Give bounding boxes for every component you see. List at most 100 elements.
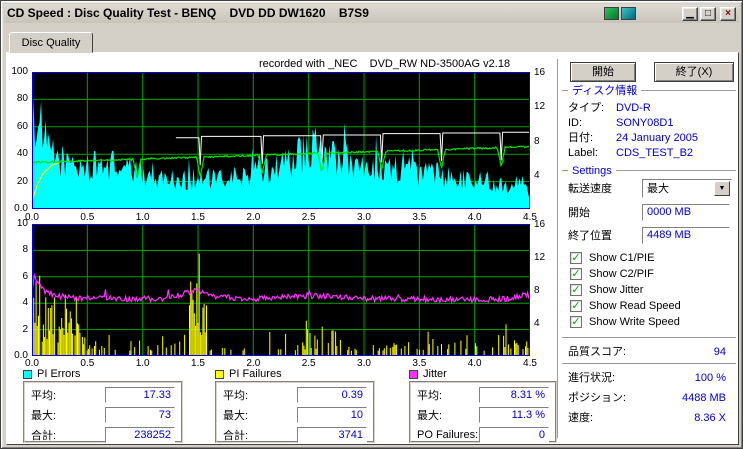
recorded-with-text: recorded with _NEC DVD_RW ND-3500AG v2.1… [259, 58, 511, 70]
checkbox-label: Show Write Speed [589, 316, 680, 328]
minimize-icon[interactable]: ▁ [682, 6, 698, 21]
jitter-legend: Jitter [409, 369, 447, 380]
quality-score-label: 品質スコア: [568, 346, 627, 358]
disc-type-row: タイプ: DVD-R [568, 102, 734, 115]
axis-label: 3.0 [357, 212, 371, 223]
checkbox-show-c2-pif[interactable]: ✓ Show C2/PIF [570, 267, 654, 281]
maximize-icon[interactable]: □ [700, 6, 716, 21]
stat-row: 最大: 11.3 % [417, 406, 549, 423]
stat-row: 平均: 8.31 % [417, 386, 549, 403]
chevron-down-icon[interactable]: ▼ [714, 181, 730, 196]
progress-value: 100 % [694, 372, 726, 384]
pi-failures-jitter-chart [32, 224, 530, 356]
stat-value: 10 [297, 406, 367, 423]
check-icon[interactable]: ✓ [570, 268, 582, 280]
quality-score-row: 品質スコア: 94 [568, 346, 726, 359]
check-icon[interactable]: ✓ [570, 316, 582, 328]
stat-value: 8.31 % [479, 386, 549, 403]
axis-label: 2.0 [246, 358, 261, 369]
pi-failures-stats-box: 平均: 0.39 最大: 10 合計: 3741 [215, 381, 375, 443]
checkbox-show-c1-pie[interactable]: ✓ Show C1/PIE [570, 251, 654, 265]
stat-row: 最大: 10 [223, 406, 367, 423]
axis-label: 1.0 [135, 212, 150, 223]
pi-failures-legend: PI Failures [215, 369, 282, 380]
axis-label: 60 [16, 120, 28, 132]
pi-errors-legend: PI Errors [23, 369, 80, 380]
checkbox-show-jitter[interactable]: ✓ Show Jitter [570, 283, 643, 297]
check-icon[interactable]: ✓ [570, 252, 582, 264]
disc-id-value: SONY08D1 [616, 117, 674, 129]
transfer-speed-label: 転送速度 [568, 183, 612, 195]
stat-value: 11.3 % [479, 406, 549, 423]
axis-label: 2.5 [301, 358, 316, 369]
stat-value: 73 [105, 406, 175, 423]
stat-value: 3741 [297, 426, 367, 443]
stat-value: 0.39 [297, 386, 367, 403]
quality-score-value: 94 [713, 346, 726, 358]
checkbox-show-write-speed[interactable]: ✓ Show Write Speed [570, 315, 680, 329]
close-icon[interactable]: × [720, 6, 736, 21]
progress-label: 進行状況: [568, 372, 616, 384]
stat-label: 平均: [31, 389, 57, 402]
stat-label: 最大: [223, 409, 249, 422]
tab-disc-quality[interactable]: Disc Quality [9, 32, 93, 53]
disc-id-row: ID: SONY08D1 [568, 117, 734, 130]
axis-label: 4.5 [523, 358, 537, 369]
divider [562, 363, 736, 365]
stat-row: 平均: 17.33 [31, 386, 175, 403]
checkbox-show-read-speed[interactable]: ✓ Show Read Speed [570, 299, 681, 313]
disc-date-value: 24 January 2005 [616, 132, 698, 144]
pi-failures-legend-label: PI Failures [229, 368, 282, 380]
axis-label: 0.5 [80, 212, 95, 223]
disc-label-row: Label: CDS_TEST_B2 [568, 147, 734, 160]
chart-region: recorded with _NEC DVD_RW ND-3500AG v2.1… [7, 53, 560, 446]
axis-label: 3.5 [412, 212, 427, 223]
checkbox-label: Show Jitter [589, 284, 644, 296]
axis-label: 4.0 [467, 212, 482, 223]
position-value: 4488 MB [681, 392, 726, 404]
axis-label: 16 [534, 219, 546, 230]
disc-id-label: ID: [568, 117, 583, 129]
transfer-speed-select[interactable]: 最大 ▼ [642, 179, 732, 198]
stat-label: 平均: [417, 389, 443, 402]
axis-label: 4 [534, 169, 540, 181]
end-position-field[interactable]: 4489 MB [642, 227, 730, 244]
exit-button[interactable]: 終了(X) [654, 62, 734, 82]
titlebar-disc-icon[interactable] [621, 7, 636, 20]
stat-label: 最大: [31, 409, 57, 422]
disc-date-label: 日付: [568, 132, 594, 144]
check-icon[interactable]: ✓ [570, 284, 582, 296]
axis-label: 2 [22, 323, 28, 335]
axis-label: 0.5 [80, 358, 95, 369]
position-row: ポジション: 4488 MB [568, 392, 726, 405]
app-window: CD Speed : Disc Quality Test - BENQ DVD … [0, 0, 743, 449]
jitter-stats-box: 平均: 8.31 % 最大: 11.3 % PO Failures: 0 [409, 381, 557, 443]
pi-errors-stats-box: 平均: 17.33 最大: 73 合計: 238252 [23, 381, 183, 443]
start-position-label: 開始 [568, 207, 590, 219]
titlebar-app-icon[interactable] [604, 7, 619, 20]
position-label: ポジション: [568, 392, 627, 404]
start-button[interactable]: 開始 [570, 62, 636, 82]
stat-row: 合計: 238252 [31, 426, 175, 443]
speed-value: 8.36 X [694, 412, 726, 424]
disc-info-title: ディスク情報 [568, 85, 642, 98]
axis-label: 16 [534, 67, 546, 78]
start-position-field[interactable]: 0000 MB [642, 204, 730, 221]
axis-label: 2.0 [246, 212, 261, 223]
axis-label: 4.0 [467, 358, 482, 369]
axis-label: 1.0 [135, 358, 150, 369]
pi-errors-swatch-icon [23, 370, 32, 379]
stat-label: 平均: [223, 389, 249, 402]
axis-label: 10 [16, 218, 28, 229]
axis-label: 40 [16, 148, 28, 160]
titlebar[interactable]: CD Speed : Disc Quality Test - BENQ DVD … [4, 4, 739, 23]
pi-errors-chart [32, 72, 530, 209]
pi-failures-swatch-icon [215, 370, 224, 379]
stat-value: 0 [479, 426, 549, 443]
stat-label: 合計: [31, 429, 57, 442]
axis-label: 12 [534, 101, 546, 113]
axis-label: 3.5 [412, 358, 427, 369]
check-icon[interactable]: ✓ [570, 300, 582, 312]
progress-row: 進行状況: 100 % [568, 372, 726, 385]
axis-label: 100 [11, 66, 28, 77]
